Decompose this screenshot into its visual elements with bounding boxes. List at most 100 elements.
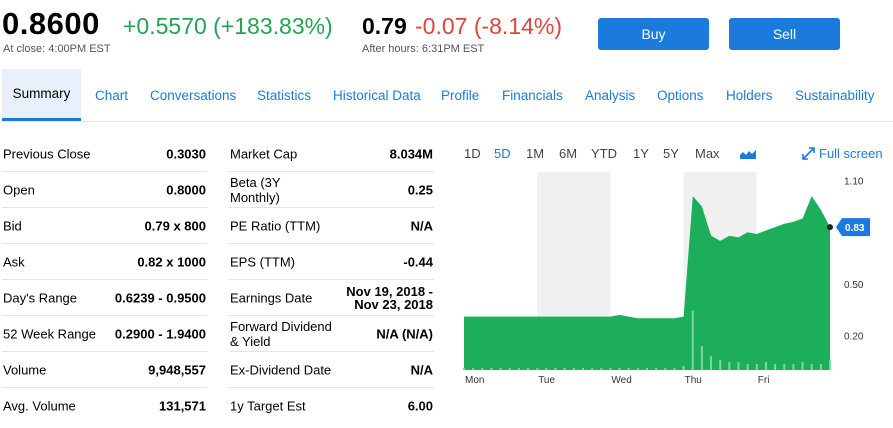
volume-bar [572,368,575,370]
tab-profile[interactable]: Profile [441,69,479,121]
volume-bar [719,360,722,370]
tab-options[interactable]: Options [657,69,704,121]
x-tick-label: Wed [611,375,631,386]
volume-bar [481,368,484,370]
stat-row-ex-dividend-date: Ex-Dividend Date N/A [229,352,434,388]
stat-value: 0.8000 [166,182,206,197]
range-1m[interactable]: 1M [526,146,544,161]
volume-bar [746,364,749,370]
price-chart[interactable]: 1.10 0.50 0.20 Mon Tue Wed Thu Fri 0.83 [462,170,887,390]
stat-value: 0.25 [407,182,433,197]
buy-button[interactable]: Buy [598,18,709,50]
volume-bar [627,368,630,370]
tab-statistics[interactable]: Statistics [257,69,311,121]
tab-financials[interactable]: Financials [502,69,563,121]
tab-sustainability[interactable]: Sustainability [795,69,875,121]
y-tick-label: 1.10 [844,177,864,188]
volume-bar [728,362,731,370]
tab-summary[interactable]: Summary [2,69,81,121]
range-1d[interactable]: 1D [464,146,481,161]
volume-bar [527,368,530,370]
volume-bar [783,364,786,370]
volume-bar [536,368,539,370]
stat-value: 0.82 x 1000 [137,254,206,269]
range-ytd[interactable]: YTD [591,146,617,161]
close-time-label: At close: 4:00PM EST [3,43,111,55]
mountain-chart-icon[interactable] [740,149,756,159]
quote-change: +0.5570 (+183.83%) [123,13,333,39]
stat-row-previous-close: Previous Close 0.3030 [2,136,207,172]
fullscreen-label: Full screen [819,146,883,161]
stat-row-avg-volume: Avg. Volume 131,571 [2,388,207,424]
stat-label: PE Ratio (TTM) [230,218,321,233]
volume-bar [710,356,713,370]
volume-bar [591,368,594,370]
volume-bar [755,364,758,370]
stat-value: 9,948,557 [148,362,206,377]
range-5y[interactable]: 5Y [663,146,679,161]
stat-row-pe-ratio: PE Ratio (TTM) N/A [229,208,434,244]
volume-bar [691,310,694,370]
volume-bar [655,368,658,370]
x-tick-label: Thu [685,375,702,386]
volume-bar [673,368,676,370]
stat-value: 0.3030 [166,146,206,161]
volume-bar [609,368,612,370]
stat-label: Previous Close [3,146,91,161]
stat-label: Ask [3,254,25,269]
quote-tabs: Summary Chart Conversations Statistics H… [2,69,893,122]
stat-value: -0.44 [403,254,433,269]
after-hours-change: -0.07 (-8.14%) [415,13,563,39]
stat-label: Bid [3,218,22,233]
stat-value: N/A (N/A) [376,326,433,341]
volume-bar [636,368,639,370]
x-tick-label: Tue [538,375,555,386]
stat-row-ask: Ask 0.82 x 1000 [2,244,207,280]
range-6m[interactable]: 6M [559,146,577,161]
volume-bar [581,368,584,370]
range-1y[interactable]: 1Y [633,146,649,161]
volume-bar [600,368,603,370]
tab-chart[interactable]: Chart [95,69,128,121]
stat-row-forward-dividend: Forward Dividend & Yield N/A (N/A) [229,316,434,352]
fullscreen-button[interactable]: Full screen [802,146,883,161]
volume-bar [810,364,813,370]
volume-bar [764,362,767,370]
volume-bar [463,368,465,370]
stat-value: 131,571 [159,398,206,414]
tab-historical-data[interactable]: Historical Data [333,69,421,121]
expand-arrows-icon [802,147,815,160]
current-price-dot [827,224,833,231]
volume-bar [829,360,831,370]
volume-bar [774,364,777,370]
current-price-label: 0.83 [845,223,865,234]
tab-conversations[interactable]: Conversations [150,69,236,121]
tab-holders[interactable]: Holders [726,69,773,121]
volume-bar [792,364,795,370]
volume-bar [682,366,685,370]
quote-price: 0.8600 [2,6,100,41]
volume-bar [801,362,804,370]
x-tick-label: Fri [758,375,770,386]
stat-label: Volume [3,362,47,377]
stat-label: Forward Dividend & Yield [230,318,332,349]
tab-analysis[interactable]: Analysis [585,69,635,121]
stat-row-days-range: Day's Range 0.6239 - 0.9500 [2,280,207,316]
volume-bar [472,368,475,370]
sell-button[interactable]: Sell [729,18,840,50]
stat-value: N/A [410,362,433,377]
stat-value: 0.79 x 800 [144,218,206,233]
range-max[interactable]: Max [695,146,720,161]
range-5d[interactable]: 5D [494,146,511,161]
stat-row-beta: Beta (3Y Monthly) 0.25 [229,172,434,208]
stat-row-market-cap: Market Cap 8.034M [229,136,434,172]
stat-row-bid: Bid 0.79 x 800 [2,208,207,244]
volume-bar [737,362,740,370]
volume-bar [618,368,621,370]
stat-label: Day's Range [3,290,78,305]
stat-row-volume: Volume 9,948,557 [2,352,207,388]
volume-bar [819,364,822,370]
stat-value: Nov 19, 2018 - Nov 23, 2018 [346,283,433,312]
stat-row-52-week-range: 52 Week Range 0.2900 - 1.9400 [2,316,207,352]
stat-label: Open [3,182,35,197]
